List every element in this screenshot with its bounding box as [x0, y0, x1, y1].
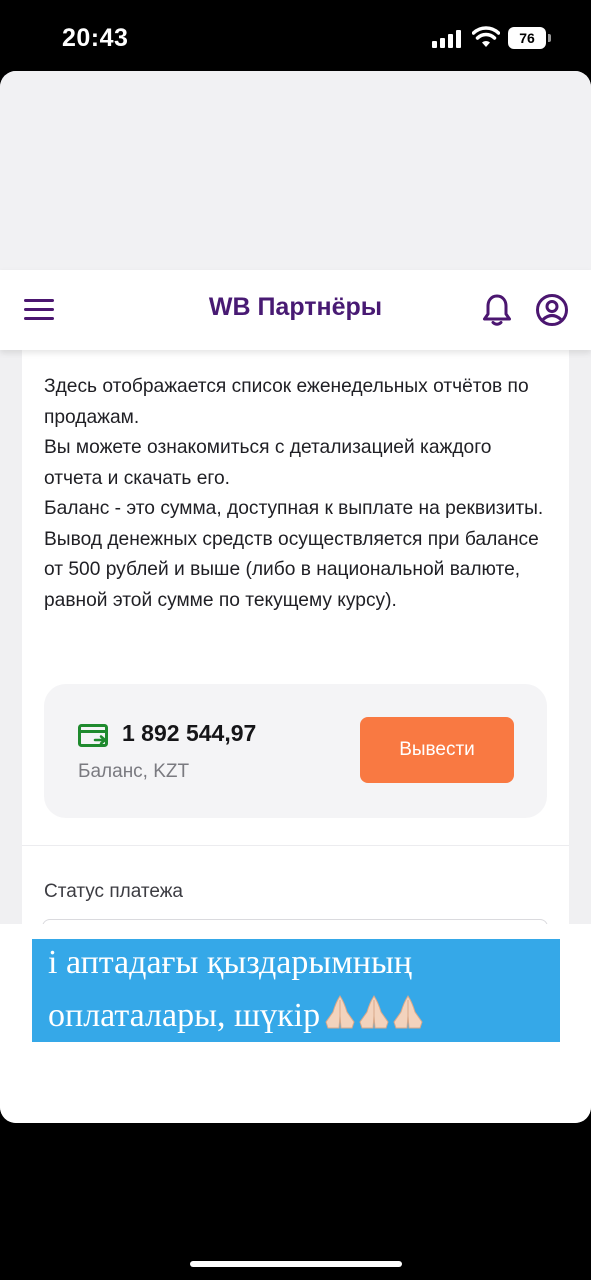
caption-line-2-text: оплаталары, шүкір [48, 997, 321, 1034]
caption-overlay: і аптадағы қыздарымның оплаталары, шүкір [32, 939, 560, 1042]
caption-line-2: оплаталары, шүкір [48, 986, 560, 1039]
payment-status-label: Статус платежа [44, 881, 183, 902]
battery-icon: 76 [508, 27, 546, 49]
top-blank-area [0, 71, 591, 270]
status-bar: 20:43 76 [0, 0, 591, 72]
withdraw-button[interactable]: Вывести [360, 717, 514, 783]
balance-card: 1 892 544,97 Баланс, KZT Вывести [44, 684, 547, 818]
balance-amount: 1 892 544,97 [122, 720, 257, 746]
pray-emoji [320, 992, 423, 1045]
wallet-card-icon [78, 724, 108, 747]
section-divider [22, 845, 569, 846]
description-line: Здесь отображается список еженедельных о… [44, 376, 529, 428]
profile-icon[interactable] [535, 293, 569, 327]
signal-icon [432, 30, 464, 48]
app-header: WB Партнёры [0, 270, 591, 350]
pray-hands-icon [393, 995, 423, 1029]
description-line: Вы можете ознакомиться с детализацией ка… [44, 437, 492, 489]
reports-description: Здесь отображается список еженедельных о… [44, 372, 544, 616]
wifi-icon [472, 26, 500, 47]
balance-label: Баланс, KZT [78, 761, 190, 782]
reports-content: Здесь отображается список еженедельных о… [22, 350, 569, 944]
caption-line-1: і аптадағы қыздарымның [48, 944, 412, 981]
description-line: Баланс - это сумма, доступная к выплате … [44, 498, 544, 611]
home-indicator[interactable] [190, 1261, 402, 1267]
battery-tip [548, 34, 551, 42]
screenshot-card: WB Партнёры Здесь отображается список еж… [0, 71, 591, 1123]
status-time: 20:43 [62, 24, 129, 52]
bell-icon[interactable] [481, 293, 513, 327]
